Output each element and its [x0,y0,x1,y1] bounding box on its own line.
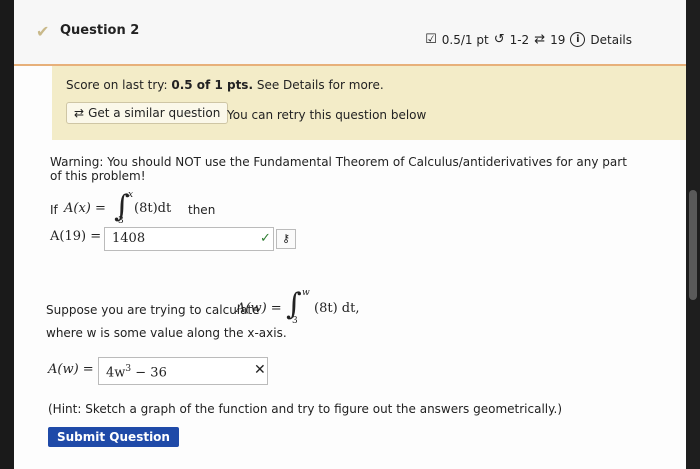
details-link[interactable]: Details [590,33,632,47]
part1-lhs: A(x) = [64,201,106,216]
part1-upper-limit: x [128,190,134,200]
attempts-value: 19 [550,32,566,47]
hint-text: (Hint: Sketch a graph of the function an… [48,402,563,416]
left-bezel [0,0,14,469]
part1-definition: If A(x) = ∫ x 3 (8t)dt then [50,190,350,228]
part1-answer-value: 1408 [112,231,146,246]
part1-lower-limit: 3 [118,216,124,226]
right-bezel [686,0,700,469]
incorrect-x-icon: ✕ [254,362,266,378]
warning-text: Warning: You should NOT use the Fundamen… [50,155,627,183]
question-header: ✔ Question 2 ☑ 0.5/1 pt ↺ 1-2 ⇄ 19 i Det… [14,0,686,66]
scrollbar-thumb[interactable] [689,190,697,300]
arrows-icon: ⇄ [534,32,546,47]
part2-lhs: A(w) = [236,301,282,316]
part2-integrand: (8t) dt, [314,301,360,316]
part2-lower-limit: 3 [292,316,298,326]
question-meta: ☑ 0.5/1 pt ↺ 1-2 ⇄ 19 i Details [425,32,632,47]
score-panel: Score on last try: 0.5 of 1 pts. See Det… [52,66,686,140]
answer-rest: − 36 [131,365,167,381]
similar-question-button[interactable]: ⇄ Get a similar question [66,102,229,124]
part2-upper-limit: w [302,288,310,298]
then-label: then [188,203,216,217]
if-label: If [50,203,58,217]
where-text: where w is some value along the x-axis. [46,326,287,340]
correct-check-icon: ✓ [260,231,271,246]
part2-answer-value: 4w3 − 36 [106,364,167,380]
score-last-try: 0.5 of 1 pts. [171,78,254,92]
part1-answer-field[interactable]: 1408 [104,227,274,251]
partial-check-icon: ✔ [36,22,50,41]
part1-integrand: (8t)dt [134,201,172,216]
score-suffix: See Details for more. [253,78,384,92]
question-title: Question 2 [60,23,140,38]
checkbox-icon: ☑ [425,32,437,47]
retry-icon: ↺ [493,32,505,47]
part2-definition: Suppose you are trying to calculate A(w)… [46,288,406,328]
retries-value: 1-2 [509,32,530,47]
score-prefix: Score on last try: [66,78,172,92]
similar-question-label: Get a similar question [88,106,221,120]
part2-intro: Suppose you are trying to calculate [46,303,260,317]
retry-text: You can retry this question below [227,108,427,122]
key-icon[interactable]: ⚷ [276,229,296,249]
score-value: 0.5/1 pt [441,32,489,47]
question-frame: ✔ Question 2 ☑ 0.5/1 pt ↺ 1-2 ⇄ 19 i Det… [14,0,686,469]
score-text: Score on last try: 0.5 of 1 pts. See Det… [66,78,384,92]
answer-base: 4w [106,365,126,381]
part2-answer-field[interactable]: 4w3 − 36 [98,357,268,385]
submit-question-button[interactable]: Submit Question [48,427,179,447]
part1-answer-label: A(19) = [50,229,102,244]
similar-icon: ⇄ [74,106,85,120]
info-icon[interactable]: i [570,32,586,47]
part2-answer-label: A(w) = [48,362,94,377]
